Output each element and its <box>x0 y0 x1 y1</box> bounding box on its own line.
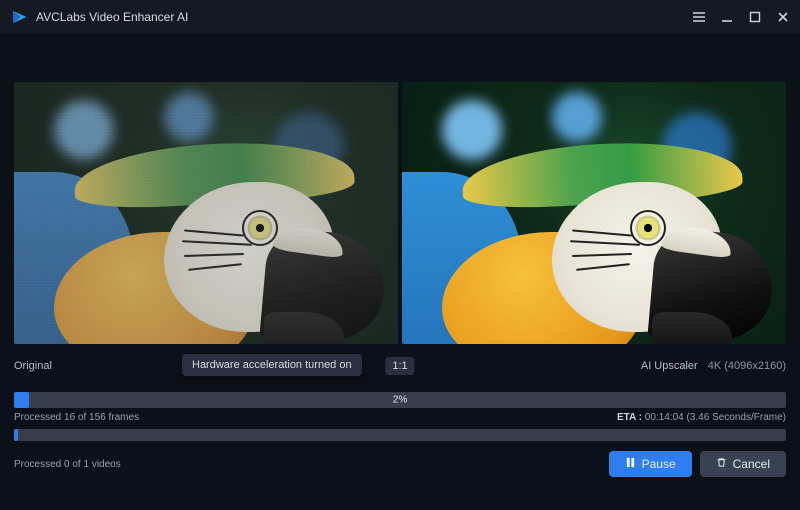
frame-progress-bar: 2% <box>14 392 786 408</box>
maximize-icon[interactable] <box>748 10 762 24</box>
videos-status: Processed 0 of 1 videos <box>14 459 121 470</box>
original-label: Original <box>14 360 52 372</box>
eta-value: 00:14:04 (3.46 Seconds/Frame) <box>645 412 786 423</box>
footer-row: Processed 0 of 1 videos Pause Cancel <box>14 451 786 477</box>
zoom-ratio-badge[interactable]: 1:1 <box>385 357 414 375</box>
video-progress-block <box>14 429 786 441</box>
frame-progress-meta: Processed 16 of 156 frames ETA : 00:14:0… <box>14 412 786 423</box>
upscaler-label: AI Upscaler <box>641 360 698 372</box>
preview-enhanced-pane <box>402 82 786 344</box>
app-title: AVCLabs Video Enhancer AI <box>36 10 188 24</box>
frame-progress-block: 2% Processed 16 of 156 frames ETA : 00:1… <box>14 392 786 423</box>
eta-label: ETA : 00:14:04 (3.46 Seconds/Frame) <box>617 412 786 423</box>
pause-label: Pause <box>642 457 676 471</box>
menu-icon[interactable] <box>692 10 706 24</box>
cancel-button[interactable]: Cancel <box>700 451 786 477</box>
titlebar-left: AVCLabs Video Enhancer AI <box>10 8 188 26</box>
cancel-label: Cancel <box>733 457 770 471</box>
minimize-icon[interactable] <box>720 10 734 24</box>
pause-icon <box>625 457 636 471</box>
pause-button[interactable]: Pause <box>609 451 692 477</box>
frames-status: Processed 16 of 156 frames <box>14 412 139 423</box>
enhanced-label-group: AI Upscaler 4K (4096x2160) <box>641 360 786 372</box>
preview-labels-row: Original Hardware acceleration turned on… <box>14 352 786 380</box>
frame-progress-percent: 2% <box>393 395 407 406</box>
content-area: Original Hardware acceleration turned on… <box>0 34 800 477</box>
preview-original-pane <box>14 82 398 344</box>
video-progress-bar <box>14 429 786 441</box>
window-controls <box>692 10 790 24</box>
trash-icon <box>716 457 727 471</box>
hw-accel-tooltip: Hardware acceleration turned on <box>182 354 362 376</box>
video-progress-fill <box>14 429 18 441</box>
titlebar: AVCLabs Video Enhancer AI <box>0 0 800 34</box>
app-logo-icon <box>10 8 28 26</box>
footer-buttons: Pause Cancel <box>609 451 786 477</box>
resolution-label: 4K (4096x2160) <box>708 360 786 372</box>
frame-progress-fill <box>14 392 29 408</box>
preview-compare-row <box>14 82 786 344</box>
eta-prefix: ETA : <box>617 412 642 423</box>
close-icon[interactable] <box>776 10 790 24</box>
